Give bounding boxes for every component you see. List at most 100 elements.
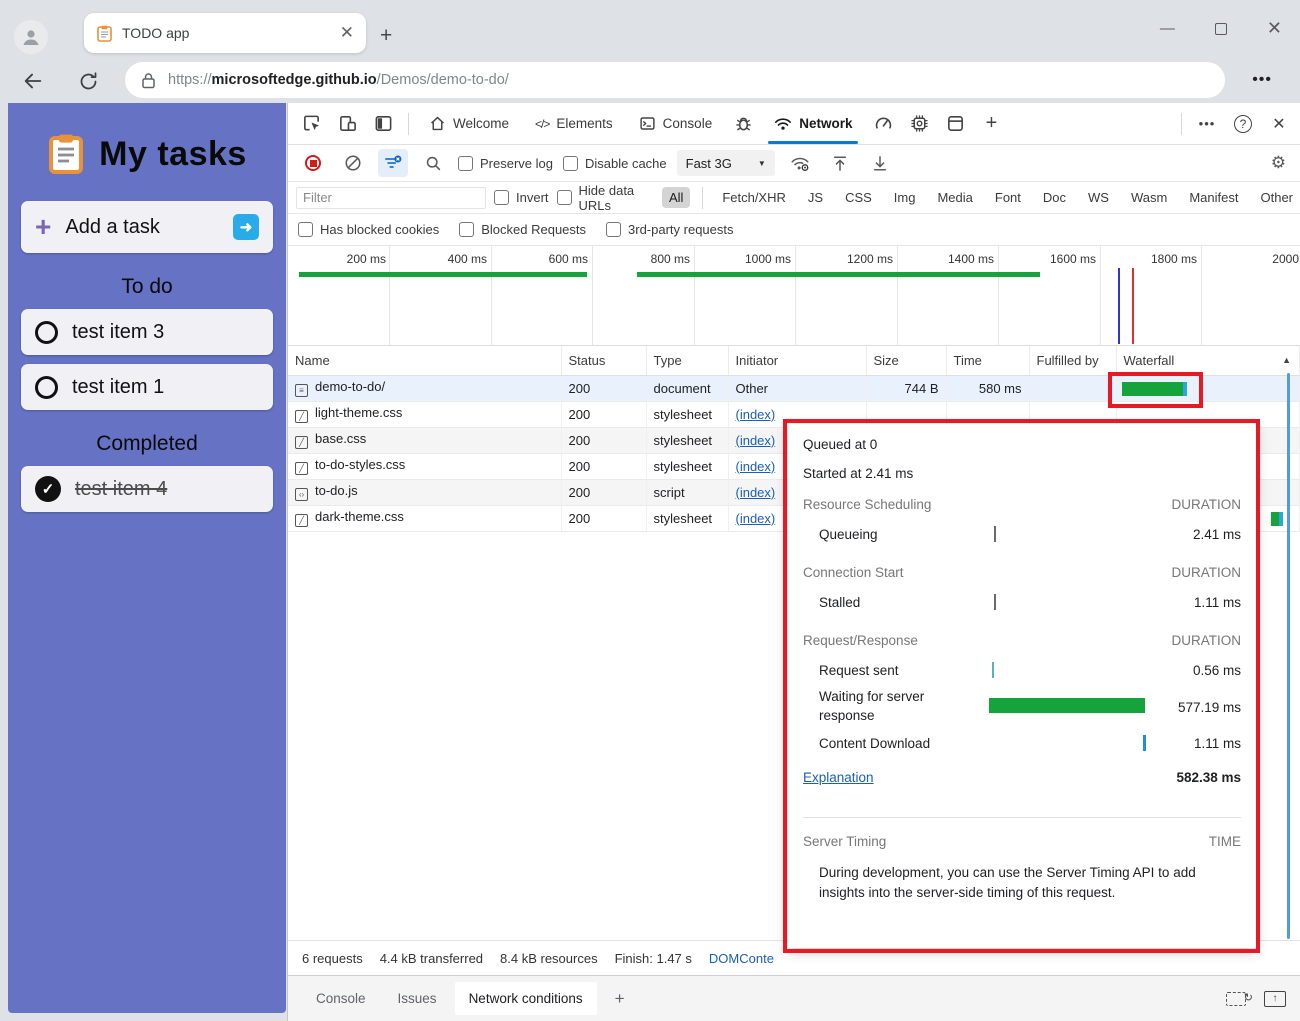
record-button[interactable] bbox=[298, 149, 328, 177]
tab-close-icon[interactable]: ✕ bbox=[340, 23, 354, 43]
clipboard-favicon bbox=[96, 25, 113, 42]
add-task-field[interactable]: + Add a task ➜ bbox=[21, 201, 273, 253]
more-tabs-icon[interactable]: + bbox=[976, 109, 1006, 139]
import-har-button[interactable] bbox=[825, 149, 855, 177]
browser-tab[interactable]: TODO app ✕ bbox=[84, 13, 366, 53]
filter-chip[interactable]: Other bbox=[1253, 187, 1300, 208]
activity-bar-icon[interactable] bbox=[368, 109, 398, 139]
filter-chip[interactable]: WS bbox=[1081, 187, 1116, 208]
tab-network[interactable]: Network bbox=[764, 103, 862, 144]
col-size[interactable]: Size bbox=[866, 346, 946, 375]
submit-task-button[interactable]: ➜ bbox=[233, 214, 259, 240]
filter-chip[interactable]: Font bbox=[988, 187, 1028, 208]
preserve-log-toggle[interactable]: Preserve log bbox=[458, 156, 553, 171]
window-controls: — ✕ bbox=[1160, 18, 1282, 39]
initiator-link[interactable]: (index) bbox=[736, 485, 776, 500]
checkbox[interactable] bbox=[459, 222, 474, 237]
stylesheet-file-icon: ╱ bbox=[295, 514, 308, 527]
filter-chip[interactable]: Img bbox=[887, 187, 923, 208]
disable-cache-toggle[interactable]: Disable cache bbox=[563, 156, 667, 171]
new-tab-button[interactable]: + bbox=[380, 24, 392, 48]
initiator-link[interactable]: (index) bbox=[736, 433, 776, 448]
inspect-element-icon[interactable] bbox=[296, 109, 326, 139]
maximize-button[interactable] bbox=[1215, 23, 1227, 35]
throttling-select[interactable]: Fast 3G ▼ bbox=[677, 150, 775, 176]
refresh-button[interactable] bbox=[78, 71, 99, 92]
back-button[interactable] bbox=[22, 70, 44, 92]
waterfall-bar[interactable] bbox=[1271, 512, 1283, 526]
search-button[interactable] bbox=[418, 149, 448, 177]
initiator-link[interactable]: (index) bbox=[736, 407, 776, 422]
export-har-button[interactable] bbox=[865, 149, 895, 177]
explanation-link[interactable]: Explanation bbox=[803, 770, 874, 785]
col-type[interactable]: Type bbox=[646, 346, 728, 375]
table-row[interactable]: ≡demo-to-do/ 200 document Other 744 B 58… bbox=[288, 375, 1300, 401]
expand-drawer-icon[interactable]: ↑ bbox=[1264, 991, 1286, 1007]
checkbox[interactable] bbox=[494, 190, 509, 205]
col-name[interactable]: Name bbox=[288, 346, 561, 375]
has-blocked-cookies-toggle[interactable]: Has blocked cookies bbox=[298, 222, 439, 237]
blocked-requests-toggle[interactable]: Blocked Requests bbox=[459, 222, 586, 237]
filter-chip-all[interactable]: All bbox=[662, 187, 690, 208]
filter-chip[interactable]: Media bbox=[930, 187, 979, 208]
checkbox[interactable] bbox=[563, 156, 578, 171]
filter-chip[interactable]: Doc bbox=[1036, 187, 1073, 208]
filter-chip[interactable]: Wasm bbox=[1124, 187, 1174, 208]
col-time[interactable]: Time bbox=[946, 346, 1029, 375]
checkbox[interactable] bbox=[606, 222, 621, 237]
checkbox[interactable] bbox=[458, 156, 473, 171]
address-bar[interactable]: https://microsoftedge.github.io/Demos/de… bbox=[125, 62, 1225, 98]
todo-item[interactable]: test item 3 bbox=[21, 309, 273, 355]
col-status[interactable]: Status bbox=[561, 346, 646, 375]
col-fulfilled[interactable]: Fulfilled by bbox=[1029, 346, 1116, 375]
dock-refresh-icon[interactable]: ↻ bbox=[1226, 992, 1246, 1006]
initiator-link[interactable]: (index) bbox=[736, 459, 776, 474]
task-checkbox[interactable] bbox=[35, 376, 58, 399]
col-waterfall[interactable]: Waterfall▲ bbox=[1116, 346, 1300, 375]
minimize-button[interactable]: — bbox=[1160, 20, 1175, 37]
filter-chip[interactable]: CSS bbox=[838, 187, 879, 208]
network-conditions-button[interactable] bbox=[785, 149, 815, 177]
col-initiator[interactable]: Initiator bbox=[728, 346, 866, 375]
debugger-bug-icon[interactable] bbox=[728, 109, 758, 139]
tab-console[interactable]: Console bbox=[629, 103, 723, 144]
device-emulation-icon[interactable] bbox=[332, 109, 362, 139]
layout-panel-icon[interactable] bbox=[940, 109, 970, 139]
filter-input[interactable] bbox=[296, 187, 486, 209]
memory-chip-icon[interactable] bbox=[904, 109, 934, 139]
drawer-tab-network-conditions[interactable]: Network conditions bbox=[455, 982, 597, 1015]
todo-item[interactable]: test item 1 bbox=[21, 364, 273, 410]
checkbox[interactable] bbox=[557, 190, 572, 205]
scrollbar-thumb[interactable] bbox=[1287, 373, 1290, 939]
initiator-link[interactable]: (index) bbox=[736, 511, 776, 526]
help-icon[interactable]: ? bbox=[1228, 109, 1258, 139]
tab-elements[interactable]: </> Elements bbox=[525, 103, 623, 144]
clear-button[interactable] bbox=[338, 149, 368, 177]
close-devtools-icon[interactable]: ✕ bbox=[1264, 109, 1294, 139]
profile-avatar[interactable] bbox=[14, 20, 48, 54]
filter-chip[interactable]: JS bbox=[801, 187, 830, 208]
filter-toggle-button[interactable] bbox=[378, 149, 408, 177]
waterfall-bar[interactable] bbox=[1122, 382, 1187, 396]
timing-total-row: Explanation 582.38 ms bbox=[803, 770, 1241, 785]
hide-data-urls-toggle[interactable]: Hide data URLs bbox=[557, 183, 654, 213]
more-options-icon[interactable]: ••• bbox=[1192, 109, 1222, 139]
drawer-tab-issues[interactable]: Issues bbox=[384, 982, 451, 1015]
checkbox[interactable] bbox=[298, 222, 313, 237]
close-window-button[interactable]: ✕ bbox=[1267, 18, 1282, 39]
task-checkbox[interactable] bbox=[35, 321, 58, 344]
performance-gauge-icon[interactable] bbox=[868, 109, 898, 139]
add-task-label[interactable]: Add a task bbox=[65, 216, 219, 239]
network-overview-timeline[interactable]: 200 ms 400 ms 600 ms 800 ms 1000 ms 1200… bbox=[288, 246, 1300, 346]
drawer-more-tabs-icon[interactable]: + bbox=[601, 980, 639, 1018]
drawer-tab-console[interactable]: Console bbox=[302, 982, 380, 1015]
invert-toggle[interactable]: Invert bbox=[494, 190, 549, 205]
network-settings-gear-icon[interactable]: ⚙ bbox=[1271, 153, 1286, 173]
completed-item[interactable]: ✓ test item 4 bbox=[21, 466, 273, 512]
filter-chip[interactable]: Manifest bbox=[1182, 187, 1245, 208]
task-checkbox-checked[interactable]: ✓ bbox=[35, 476, 61, 502]
browser-menu-icon[interactable]: ••• bbox=[1252, 71, 1272, 89]
third-party-requests-toggle[interactable]: 3rd-party requests bbox=[606, 222, 734, 237]
tab-welcome[interactable]: Welcome bbox=[419, 103, 519, 144]
filter-chip[interactable]: Fetch/XHR bbox=[715, 187, 793, 208]
